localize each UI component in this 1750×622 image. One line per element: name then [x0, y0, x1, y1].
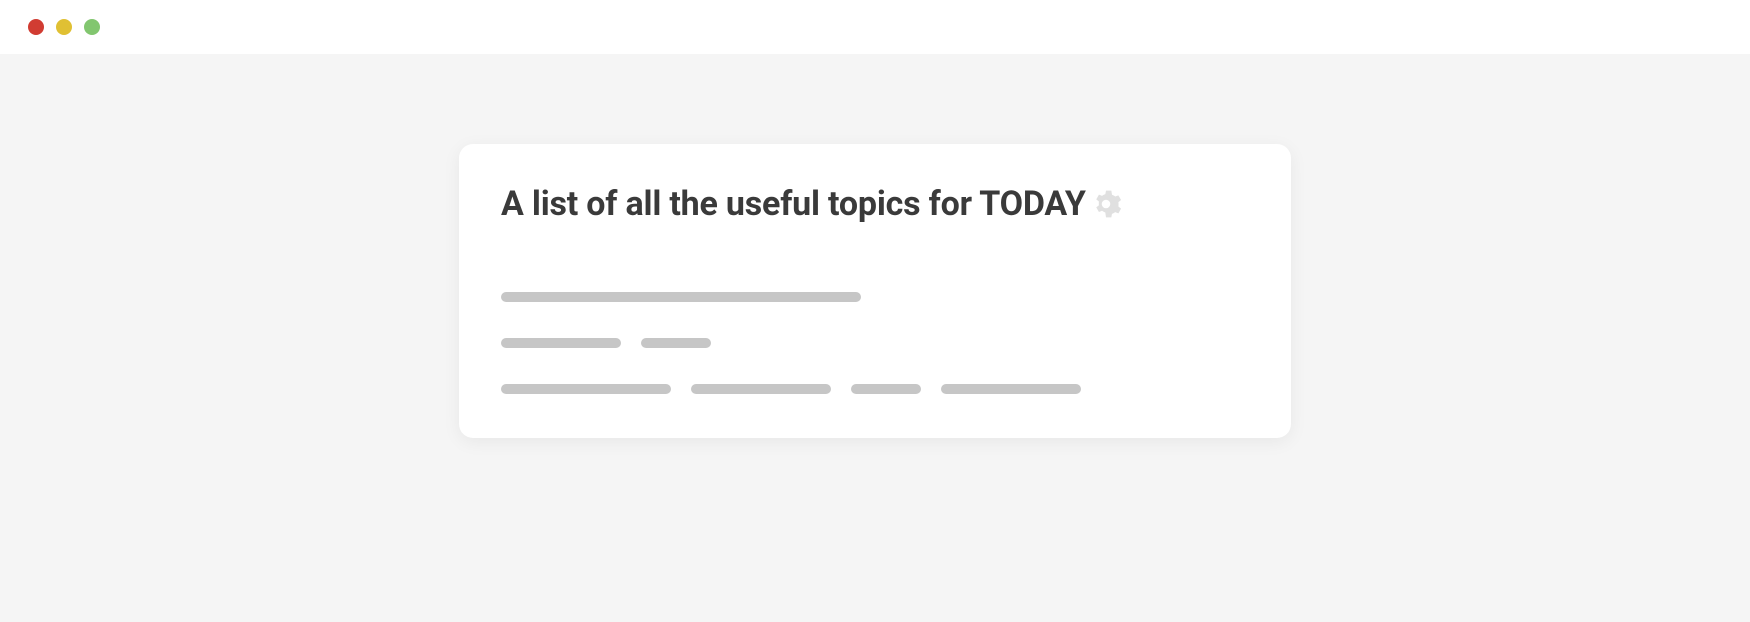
window-minimize-button[interactable]	[56, 19, 72, 35]
titlebar	[0, 0, 1750, 54]
placeholder-lines	[501, 292, 1249, 394]
placeholder-segment	[641, 338, 711, 348]
window-maximize-button[interactable]	[84, 19, 100, 35]
window: A list of all the useful topics for TODA…	[0, 0, 1750, 622]
placeholder-row-2	[501, 338, 1249, 348]
window-close-button[interactable]	[28, 19, 44, 35]
gear-icon[interactable]	[1090, 188, 1122, 220]
card-header: A list of all the useful topics for TODA…	[501, 184, 1249, 224]
placeholder-row-3	[501, 384, 1249, 394]
placeholder-row-1	[501, 292, 1249, 302]
placeholder-segment	[501, 384, 671, 394]
placeholder-segment	[851, 384, 921, 394]
placeholder-segment	[501, 338, 621, 348]
placeholder-segment	[941, 384, 1081, 394]
placeholder-segment	[501, 292, 861, 302]
card-title: A list of all the useful topics for TODA…	[501, 184, 1086, 224]
canvas-area: A list of all the useful topics for TODA…	[0, 54, 1750, 622]
placeholder-segment	[691, 384, 831, 394]
topics-card: A list of all the useful topics for TODA…	[459, 144, 1291, 438]
